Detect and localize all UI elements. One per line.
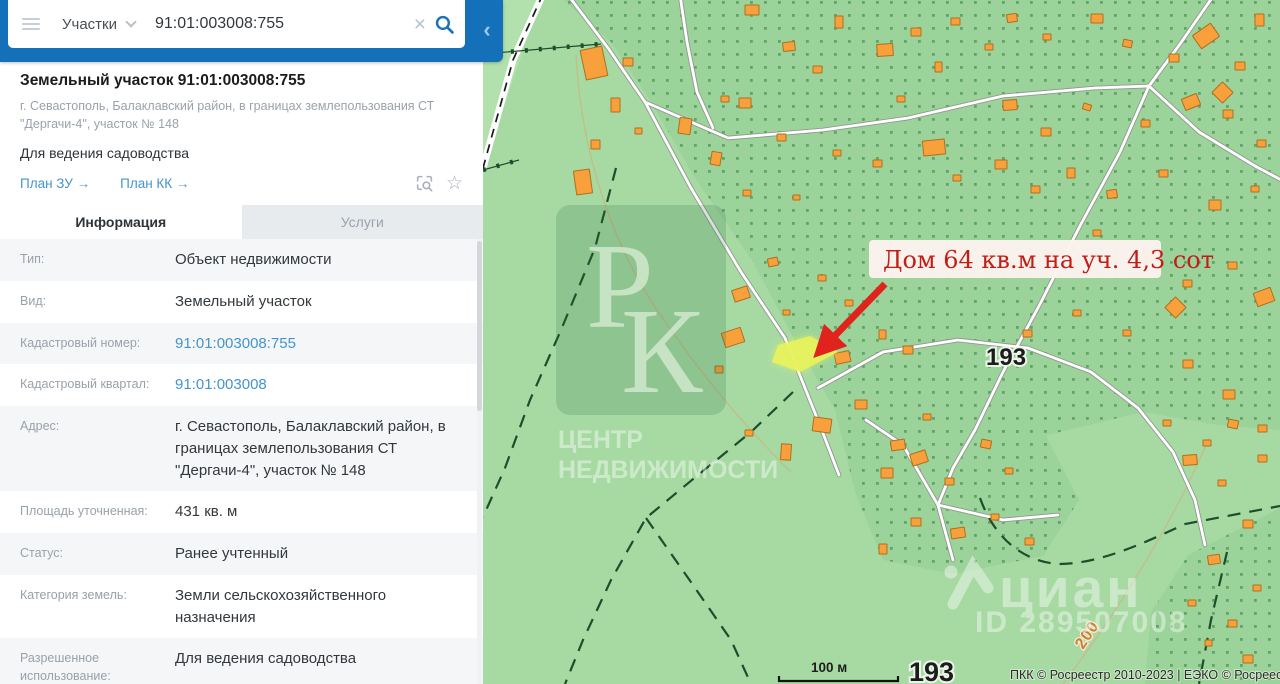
cadastral-number-link[interactable]: 91:01:003008:755 [175,333,463,355]
annotation-text: Дом 64 кв.м на уч. 4,3 сот [883,246,1214,274]
info-row-address: Адрес: г. Севастополь, Балаклавский райо… [0,406,483,491]
row-value: г. Севастополь, Балаклавский район, в гр… [175,416,463,481]
panel-scrollbar-thumb[interactable] [477,241,482,411]
map-canvas[interactable]: Р К ЦЕНТР НЕДВИЖИМОСТИ Дом 64 кв.м на уч… [483,0,1280,684]
info-row-kind: Вид: Земельный участок [0,281,483,323]
search-button[interactable] [434,14,455,35]
watermark-text-line2: НЕДВИЖИМОСТИ [558,456,778,484]
object-usage: Для ведения садоводства [20,145,463,161]
info-row-area: Площадь уточненная: 431 кв. м [0,491,483,533]
tab-information[interactable]: Информация [0,205,242,239]
parcel-number-label-bottom: 193 [909,657,954,684]
clear-search-icon[interactable]: × [406,14,434,35]
row-value: Объект недвижимости [175,249,463,271]
search-band: Участки × ‹ [0,0,503,62]
search-category-select[interactable]: Участки [62,16,135,33]
watermark-rk-logo: Р К [556,205,726,419]
menu-hamburger-icon[interactable] [22,18,40,30]
info-row-type: Тип: Объект недвижимости [0,239,483,281]
map-attribution: ПКК © Росреестр 2010-2023 | ЕЭКО © Росре… [1010,668,1280,682]
scale-bar-label: 100 м [811,660,847,675]
row-label: Разрешенное использование: [20,648,175,684]
search-input[interactable] [155,15,406,33]
row-value: Ранее учтенный [175,543,463,565]
row-label: Кадастровый номер: [20,333,175,355]
info-rows-list: Тип: Объект недвижимости Вид: Земельный … [0,239,483,684]
plan-kk-link[interactable]: План КК → [120,176,189,191]
search-category-label: Участки [62,16,117,33]
collapse-panel-button[interactable]: ‹ [475,14,499,48]
row-label: Тип: [20,249,175,271]
row-label: Вид: [20,291,175,313]
chevron-down-icon [125,16,136,27]
tab-services[interactable]: Услуги [242,205,484,239]
info-row-cadastral-number: Кадастровый номер: 91:01:003008:755 [0,323,483,365]
plan-links-row: План ЗУ → План КК → ☆ [20,174,463,205]
info-row-permitted-use: Разрешенное использование: Для ведения с… [0,638,483,684]
info-row-cadastral-block: Кадастровый квартал: 91:01:003008 [0,364,483,406]
cian-logo-dot [945,566,958,579]
info-panel: Земельный участок 91:01:003008:755 г. Се… [0,0,483,684]
favorite-star-icon[interactable]: ☆ [446,174,463,193]
row-label: Кадастровый квартал: [20,374,175,396]
parcel-number-label-top: 193 [986,344,1026,371]
object-title: Земельный участок 91:01:003008:755 [20,72,463,90]
info-row-status: Статус: Ранее учтенный [0,533,483,575]
row-label: Категория земель: [20,585,175,629]
app-window: Р К ЦЕНТР НЕДВИЖИМОСТИ Дом 64 кв.м на уч… [0,0,1280,684]
cadastral-block-link[interactable]: 91:01:003008 [175,374,463,396]
row-value: Земельный участок [175,291,463,313]
header-icons: ☆ [415,174,463,193]
plan-zu-link[interactable]: План ЗУ → [20,176,90,191]
info-row-land-category: Категория земель: Земли сельскохозяйстве… [0,575,483,639]
search-icon [434,14,455,35]
object-address: г. Севастополь, Балаклавский район, в гр… [20,98,465,133]
row-value: Для ведения садоводства [175,648,463,684]
watermark-letter-k: К [621,284,703,419]
preview-document-icon[interactable] [415,174,434,193]
annotation-callout: Дом 64 кв.м на уч. 4,3 сот [869,240,1214,278]
row-label: Статус: [20,543,175,565]
row-value: Земли сельскохозяйственного назначения [175,585,463,629]
row-label: Адрес: [20,416,175,481]
search-bar: Участки × [8,0,465,48]
row-label: Площадь уточненная: [20,501,175,523]
cian-id-text: ID 289507008 [975,606,1188,639]
tab-bar: Информация Услуги [0,205,483,239]
watermark-text-line1: ЦЕНТР [558,426,643,454]
row-value: 431 кв. м [175,501,463,523]
